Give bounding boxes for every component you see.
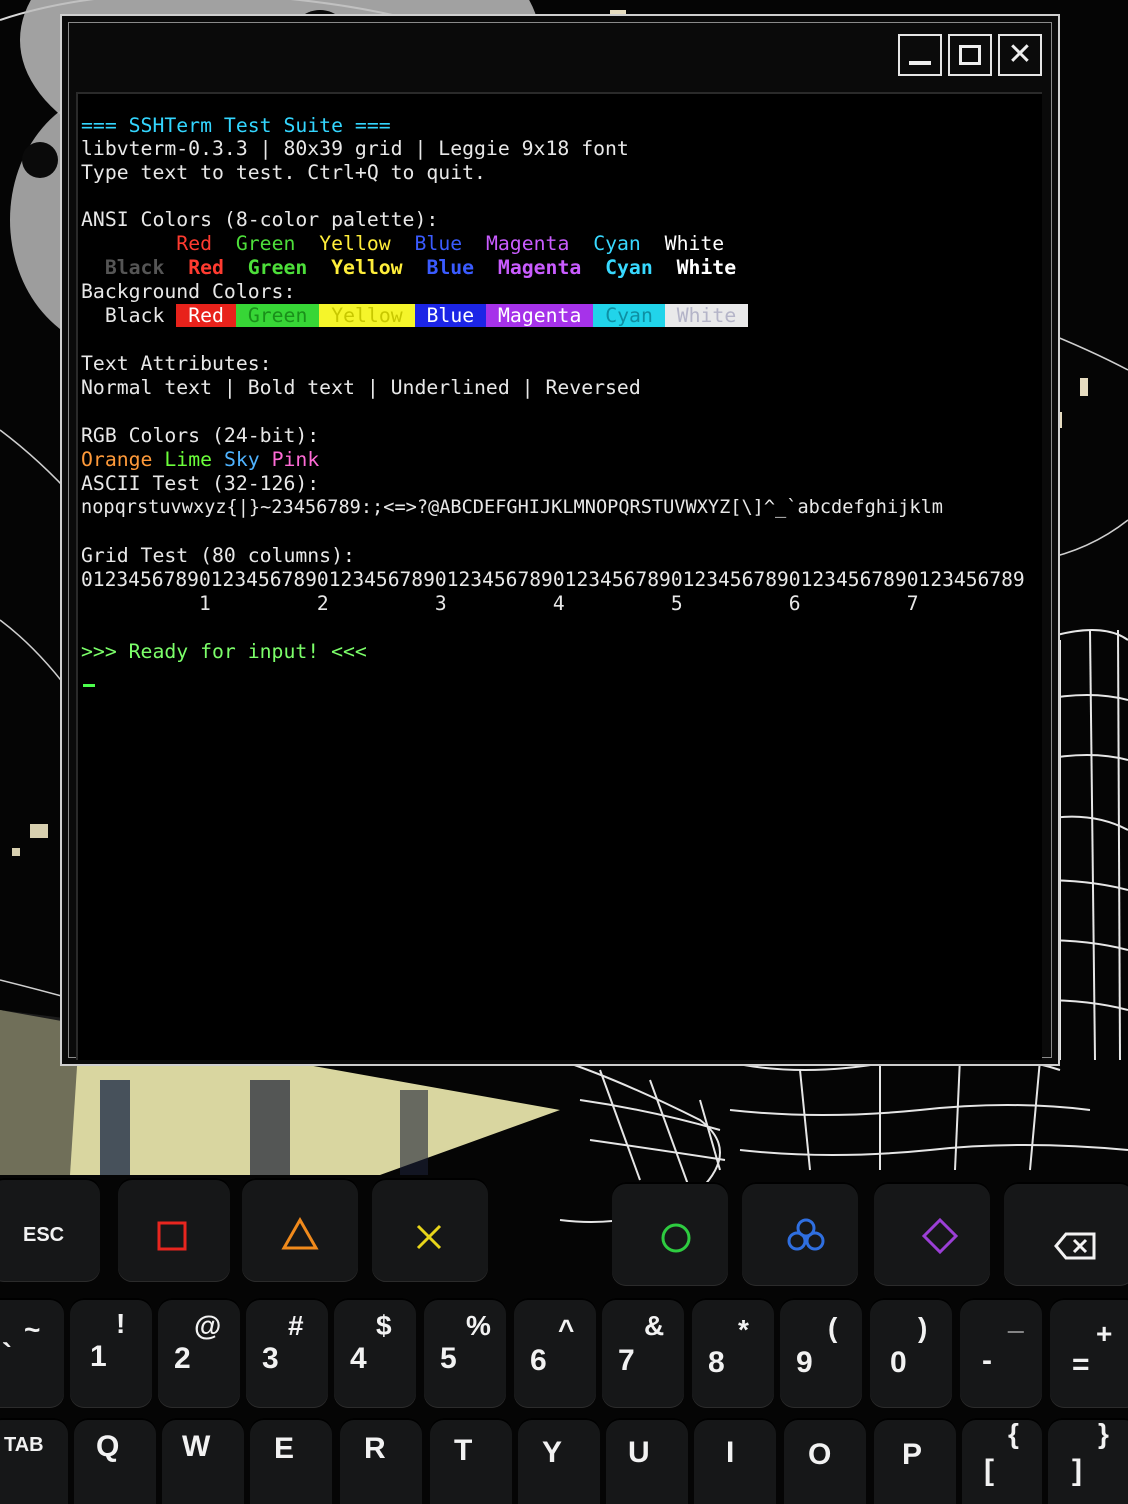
bg-black: Black (92, 304, 177, 327)
key-2[interactable]: @2 (158, 1298, 240, 1408)
key-y[interactable]: Y (518, 1418, 600, 1504)
tab-key[interactable]: TAB (0, 1418, 68, 1504)
ansi-green: Green (235, 232, 296, 255)
backspace-key[interactable] (1004, 1182, 1128, 1286)
ansi-blue: Blue (414, 232, 463, 255)
instructions: Type text to test. Ctrl+Q to quit. (81, 161, 486, 184)
key-0[interactable]: ) 0 (870, 1298, 952, 1408)
bg-white: White (664, 304, 749, 327)
square-key[interactable] (118, 1178, 230, 1282)
bg-magenta: Magenta (486, 304, 594, 327)
backspace-icon (1054, 1232, 1096, 1260)
ansi-bright-red: Red (188, 256, 224, 279)
key-u[interactable]: U (606, 1418, 688, 1504)
cross-key[interactable] (372, 1178, 488, 1282)
attr-heading: Text Attributes: (81, 352, 272, 375)
key-equals[interactable]: + = (1050, 1298, 1128, 1408)
ansi-bright-green: Green (247, 256, 308, 279)
close-button[interactable]: ✕ (998, 34, 1042, 76)
key-7[interactable]: & 7 (602, 1298, 684, 1408)
esc-key[interactable]: ESC (0, 1178, 100, 1282)
ansi-row-bright: Black Red Green Yellow Blue Magenta Cyan… (81, 256, 736, 280)
grid-markers: 1 2 3 4 5 6 7 (81, 592, 919, 615)
rgb-heading: RGB Colors (24-bit): (81, 424, 320, 447)
rgb-row: Orange Lime Sky Pink (81, 448, 319, 472)
triangle-icon (281, 1216, 319, 1250)
ansi-row-normal: Red Green Yellow Blue Magenta Cyan White (81, 232, 724, 256)
pixel-fleck-art (30, 824, 48, 838)
version-info: libvterm-0.3.3 | 80x39 grid | Leggie 9x1… (81, 137, 629, 160)
bg-green: Green (235, 304, 320, 327)
rgb-pink: Pink (271, 448, 320, 471)
bg-row: Black Red Green Yellow Blue Magenta Cyan… (81, 304, 749, 328)
key-q[interactable]: Q (74, 1418, 156, 1504)
circle-icon (661, 1223, 691, 1253)
ansi-bright-yellow: Yellow (331, 256, 403, 279)
ansi-yellow: Yellow (319, 232, 391, 255)
suite-title: === SSHTerm Test Suite === (81, 114, 391, 137)
ansi-bright-cyan: Cyan (605, 256, 653, 279)
key-i[interactable]: I (694, 1418, 776, 1504)
key-minus[interactable]: _ - (960, 1298, 1042, 1408)
key-5[interactable]: % 5 (424, 1298, 506, 1408)
key-4[interactable]: $4 (334, 1298, 416, 1408)
ansi-red: Red (176, 232, 213, 255)
key-6[interactable]: ^ 6 (514, 1298, 596, 1408)
bg-heading: Background Colors: (81, 280, 296, 303)
key-backtick[interactable]: ~ ` (0, 1298, 64, 1408)
key-p[interactable]: P (874, 1418, 956, 1504)
rgb-orange: Orange (81, 448, 153, 471)
key-1[interactable]: ! 1 (70, 1298, 152, 1408)
ansi-bright-black: Black (104, 256, 165, 279)
ansi-white: White (664, 232, 725, 255)
rgb-lime: Lime (164, 448, 213, 471)
ansi-heading: ANSI Colors (8-color palette): (81, 208, 439, 231)
diamond-icon (921, 1217, 959, 1255)
key-right-bracket[interactable]: }] (1048, 1418, 1128, 1504)
maximize-button[interactable] (948, 34, 992, 76)
ansi-bright-white: White (676, 256, 737, 279)
diamond-key[interactable] (874, 1182, 990, 1286)
circle-key[interactable] (612, 1182, 728, 1286)
bg-cyan: Cyan (593, 304, 665, 327)
ascii-heading: ASCII Test (32-126): (81, 472, 320, 495)
triangle-key[interactable] (242, 1178, 358, 1282)
bg-red: Red (176, 304, 236, 327)
grid-heading: Grid Test (80 columns): (81, 544, 355, 567)
key-e[interactable]: E (250, 1418, 332, 1504)
key-t[interactable]: T (430, 1418, 512, 1504)
key-w[interactable]: W (162, 1418, 244, 1504)
attr-line: Normal text | Bold text | Underlined | R… (81, 376, 641, 399)
key-r[interactable]: R (340, 1418, 422, 1504)
clover-key[interactable] (742, 1182, 858, 1286)
key-left-bracket[interactable]: {[ (962, 1418, 1042, 1504)
ansi-bright-magenta: Magenta (497, 256, 582, 279)
clover-icon (787, 1218, 825, 1251)
hardware-keyboard: ESC ~ ` ! 1 @2 #3 $4 % 5 ^ 6 & 7 * 8 (9 ) 0 _ - … (0, 1168, 1128, 1504)
text-cursor (83, 684, 95, 687)
square-icon (157, 1221, 187, 1251)
minimize-icon (909, 61, 931, 65)
bg-blue: Blue (414, 304, 487, 327)
key-3[interactable]: #3 (246, 1298, 328, 1408)
ascii-line: nopqrstuvwxyz{|}~23456789:;<=>?@ABCDEFGH… (81, 497, 943, 518)
maximize-icon (959, 45, 981, 65)
key-o[interactable]: O (784, 1418, 866, 1504)
ready-prompt: >>> Ready for input! <<< (81, 640, 367, 663)
key-8[interactable]: * 8 (692, 1298, 774, 1408)
terminal-screen[interactable]: === SSHTerm Test Suite === libvterm-0.3.… (76, 92, 1042, 1060)
ansi-cyan: Cyan (593, 232, 641, 255)
ansi-magenta: Magenta (485, 232, 570, 255)
rgb-sky: Sky (223, 448, 260, 471)
minimize-button[interactable] (898, 34, 942, 76)
bg-yellow: Yellow (319, 304, 415, 327)
ansi-bright-blue: Blue (426, 256, 475, 279)
key-9[interactable]: (9 (780, 1298, 862, 1408)
grid-digits: 0123456789012345678901234567890123456789… (81, 568, 1025, 591)
close-icon: ✕ (1007, 37, 1033, 72)
cross-icon (416, 1224, 442, 1250)
